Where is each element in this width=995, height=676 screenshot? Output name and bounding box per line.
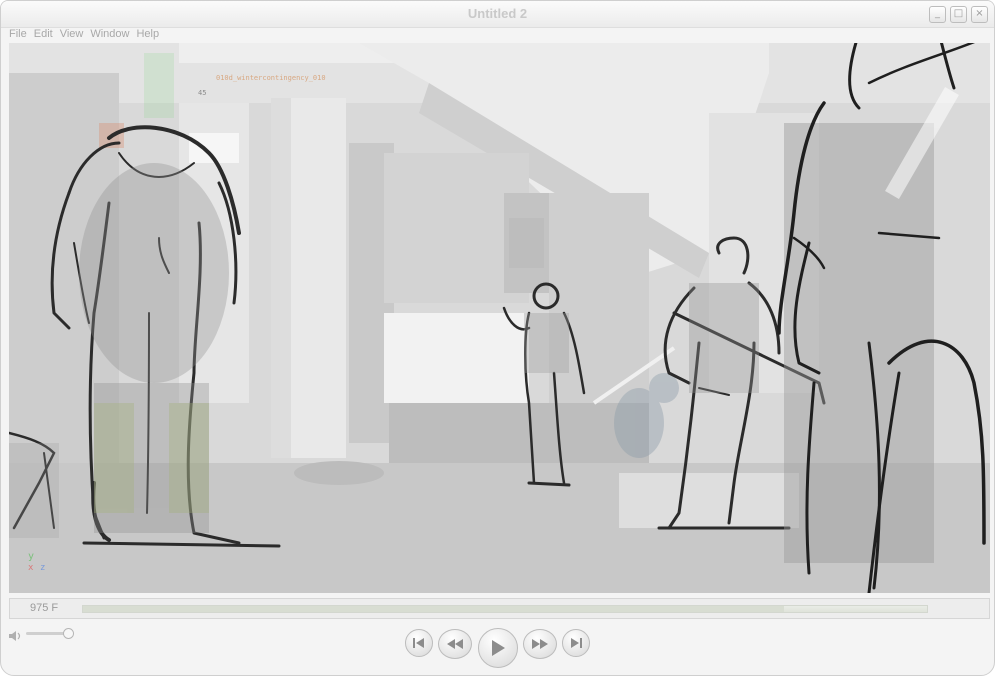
menu-bar: File Edit View Window Help (1, 27, 994, 43)
skip-forward-icon (569, 637, 583, 649)
hud-name: 010d_wintercontingency_010 (216, 74, 326, 82)
frame-counter: 975 F (30, 602, 59, 614)
menu-view[interactable]: View (58, 27, 89, 43)
axis-x-label: x (28, 563, 34, 573)
axis-z-label: z (40, 563, 46, 573)
rewind-button[interactable] (438, 629, 472, 659)
window-controls: _ □ × (929, 6, 988, 23)
title-bar[interactable]: Untitled 2 _ □ × (1, 1, 994, 28)
timeline-progress (83, 606, 784, 612)
skip-back-button[interactable] (405, 629, 433, 657)
rewind-icon (446, 638, 464, 650)
menu-edit[interactable]: Edit (32, 27, 58, 43)
speaker-icon[interactable] (8, 627, 22, 641)
timeline-track[interactable] (82, 605, 928, 613)
menu-file[interactable]: File (7, 27, 32, 43)
axis-y-label: y (28, 551, 35, 562)
minimize-button[interactable]: _ (929, 6, 946, 23)
hud-number: 45 (198, 89, 207, 97)
transport-controls (1, 621, 994, 675)
player-window: Untitled 2 _ □ × File Edit View Window H… (0, 0, 995, 676)
menu-help[interactable]: Help (134, 27, 164, 43)
close-button[interactable]: × (971, 6, 988, 23)
maximize-button[interactable]: □ (950, 6, 967, 23)
volume-slider[interactable] (26, 628, 74, 639)
fast-forward-button[interactable] (523, 629, 557, 659)
volume-knob[interactable] (62, 628, 74, 639)
play-button[interactable] (478, 628, 518, 668)
menu-window[interactable]: Window (88, 27, 134, 43)
window-title: Untitled 2 (467, 6, 528, 21)
fast-forward-icon (531, 638, 549, 650)
timeline-bar: 975 F (9, 598, 990, 619)
play-icon (490, 639, 506, 657)
skip-back-icon (412, 637, 426, 649)
scene-sketch (9, 43, 990, 593)
skip-forward-button[interactable] (562, 629, 590, 657)
video-viewport[interactable]: 010d_wintercontingency_010 45 y x z (9, 43, 990, 593)
